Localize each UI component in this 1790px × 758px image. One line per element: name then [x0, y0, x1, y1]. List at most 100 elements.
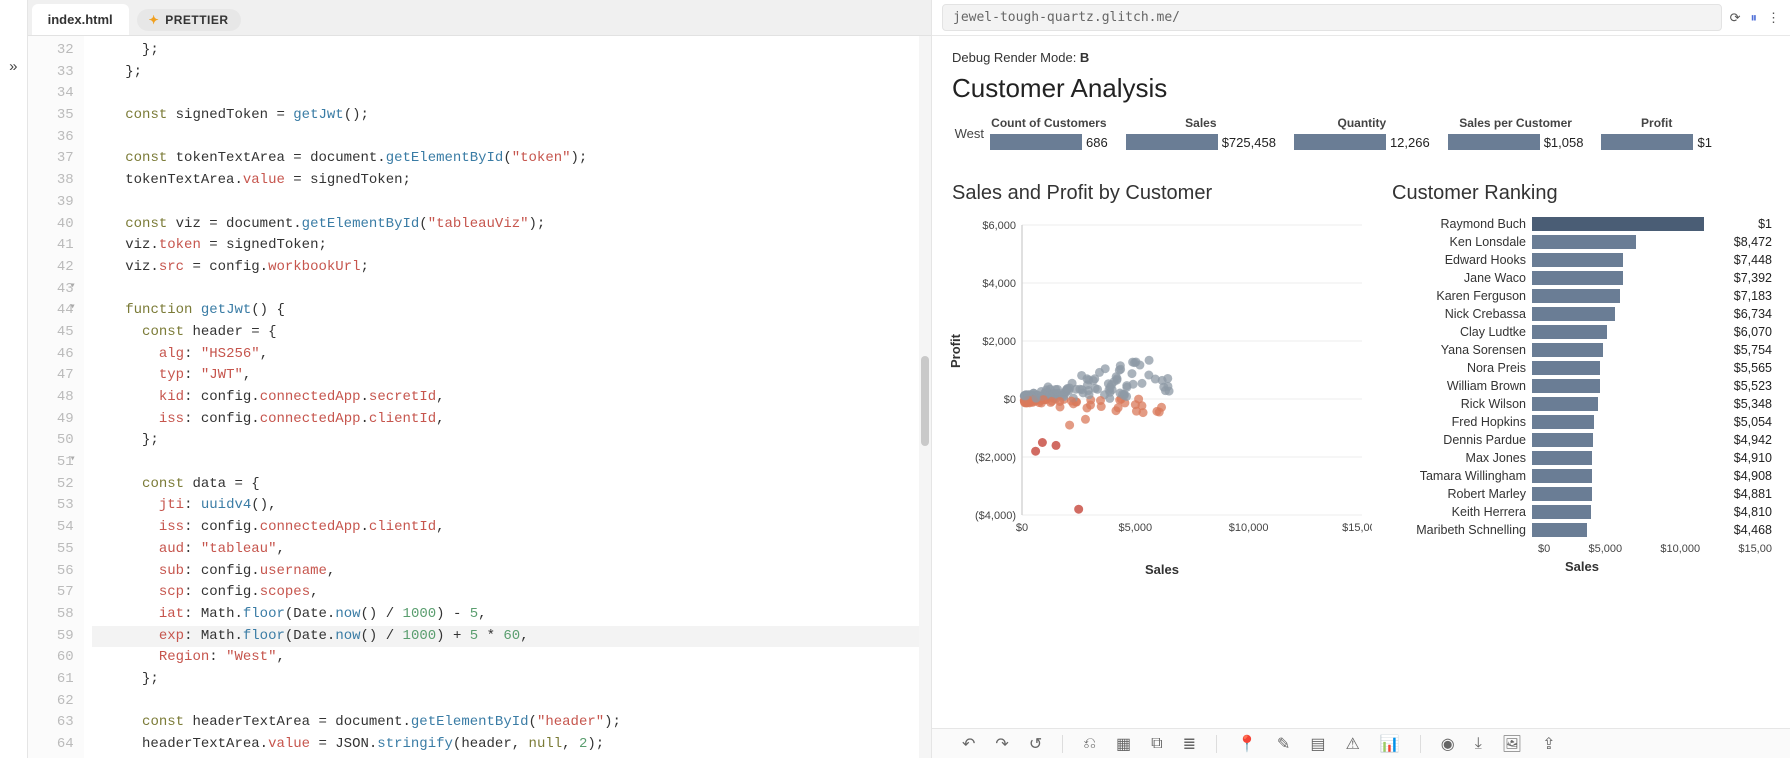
metric-value: $725,458 — [1222, 135, 1276, 150]
ranking-bar — [1532, 343, 1603, 357]
ranking-row[interactable]: Clay Ludtke$6,070 — [1392, 323, 1772, 341]
metric-value: $1 — [1697, 135, 1711, 150]
ranking-row[interactable]: Jane Waco$7,392 — [1392, 269, 1772, 287]
ranking-bar — [1532, 487, 1592, 501]
more-icon[interactable]: ⋮ — [1767, 10, 1780, 26]
ranking-title: Customer Ranking — [1392, 182, 1772, 205]
tab-index-html[interactable]: index.html — [32, 4, 129, 35]
metric-4[interactable]: Profit$1 — [1601, 116, 1711, 150]
ranking-value: $4,810 — [1716, 505, 1772, 519]
metric-2[interactable]: Quantity12,266 — [1294, 116, 1430, 150]
ranking-bar — [1532, 289, 1620, 303]
svg-text:$15,000: $15,000 — [1342, 522, 1372, 534]
ranking-row[interactable]: Yana Sorensen$5,754 — [1392, 341, 1772, 359]
code-editor[interactable]: 3233343536373839404142434445464748495051… — [28, 36, 931, 758]
ranking-name: Keith Herrera — [1392, 505, 1532, 519]
ranking-chart[interactable]: Customer Ranking Raymond Buch $1 Ken Lonsd… — [1392, 182, 1772, 574]
prettier-button[interactable]: ✦ PRETTIER — [137, 9, 241, 31]
ranking-value: $7,392 — [1716, 271, 1772, 285]
ranking-row[interactable]: Fred Hopkins$5,054 — [1392, 413, 1772, 431]
redo-icon[interactable]: ↷ — [995, 734, 1008, 754]
scatter-ylabel: Profit — [948, 334, 963, 368]
ranking-value: $4,468 — [1716, 523, 1772, 537]
ranking-name: Clay Ludtke — [1392, 325, 1532, 339]
dashboard-icon[interactable]: ▦ — [1116, 734, 1131, 754]
reload-icon[interactable]: ⟳ — [1730, 10, 1741, 26]
ranking-row[interactable]: Nora Preis$5,565 — [1392, 359, 1772, 377]
expand-panel-icon[interactable]: » — [9, 58, 17, 75]
ranking-row[interactable]: Maribeth Schnelling$4,468 — [1392, 521, 1772, 539]
ranking-row[interactable]: Rick Wilson $5,348 — [1392, 395, 1772, 413]
metric-0[interactable]: Count of Customers686 — [990, 116, 1108, 150]
metric-icon[interactable]: 📊 — [1380, 734, 1400, 754]
ranking-name: William Brown — [1392, 379, 1532, 393]
revert-icon[interactable]: ↺ — [1029, 734, 1042, 754]
ranking-value: $1 — [1716, 217, 1772, 231]
view-icon[interactable]: ⧉ — [1151, 735, 1162, 753]
metric-1[interactable]: Sales $725,458 — [1126, 116, 1276, 150]
ranking-bar — [1532, 505, 1591, 519]
ranking-bar — [1532, 469, 1592, 483]
url-input[interactable] — [942, 4, 1722, 31]
data-icon[interactable]: ▤ — [1310, 734, 1325, 754]
ranking-bar — [1532, 415, 1594, 429]
svg-text:($4,000): ($4,000) — [975, 510, 1016, 522]
download-icon[interactable]: ⤓ — [1475, 735, 1482, 753]
replay-icon[interactable]: ⎌ — [1083, 735, 1096, 753]
image-icon[interactable]: 🖼 — [1502, 734, 1522, 754]
pin-icon[interactable]: 📍 — [1237, 734, 1257, 754]
pause-icon[interactable]: ⏸ — [1751, 10, 1758, 26]
ranking-value: $6,734 — [1716, 307, 1772, 321]
ranking-row[interactable]: Tamara Willingham$4,908 — [1392, 467, 1772, 485]
ranking-name: Yana Sorensen — [1392, 343, 1532, 357]
watch-icon[interactable]: ◉ — [1441, 734, 1455, 754]
ranking-name: Ken Lonsdale — [1392, 235, 1532, 249]
editor-pane: index.html ✦ PRETTIER 323334353637383940… — [28, 0, 931, 758]
ranking-value: $8,472 — [1716, 235, 1772, 249]
scatter-title: Sales and Profit by Customer — [952, 182, 1382, 205]
undo-icon[interactable]: ↶ — [962, 734, 975, 754]
ranking-name: Raymond Buch — [1392, 217, 1532, 231]
ranking-row[interactable]: Robert Marley$4,881 — [1392, 485, 1772, 503]
ranking-name: Tamara Willingham — [1392, 469, 1532, 483]
metric-3[interactable]: Sales per Customer$1,058 — [1448, 116, 1584, 150]
ranking-value: $7,183 — [1716, 289, 1772, 303]
ranking-row[interactable]: Karen Ferguson$7,183 — [1392, 287, 1772, 305]
ranking-row[interactable]: William Brown $5,523 — [1392, 377, 1772, 395]
metric-header: Sales — [1126, 116, 1276, 130]
ranking-bar — [1532, 523, 1587, 537]
editor-scrollbar[interactable] — [919, 36, 931, 758]
metrics-row: West Count of Customers686Sales$725,458Q… — [952, 116, 1772, 150]
ranking-bar — [1532, 235, 1636, 249]
svg-text:$0: $0 — [1004, 394, 1016, 406]
ranking-name: Rick Wilson — [1392, 397, 1532, 411]
svg-text:$4,000: $4,000 — [982, 278, 1016, 290]
ranking-name: Nick Crebassa — [1392, 307, 1532, 321]
ranking-row[interactable]: Raymond Buch $1 — [1392, 215, 1772, 233]
tab-bar: index.html ✦ PRETTIER — [28, 0, 931, 36]
metric-header: Count of Customers — [990, 116, 1108, 130]
ranking-bar — [1532, 361, 1600, 375]
ranking-name: Fred Hopkins — [1392, 415, 1532, 429]
ranking-row[interactable]: Keith Herrera $4,810 — [1392, 503, 1772, 521]
viz-toolbar: ↶ ↷ ↺ ⎌ ▦ ⧉ ≣ 📍 ✎ ▤ ⚠ 📊 ◉ ⤓ 🖼 ⇪ — [932, 728, 1790, 758]
metric-bar — [1126, 134, 1218, 150]
metrics-icon[interactable]: ≣ — [1183, 734, 1196, 754]
metric-value: $1,058 — [1544, 135, 1584, 150]
ranking-row[interactable]: Max Jones$4,910 — [1392, 449, 1772, 467]
ranking-value: $5,523 — [1716, 379, 1772, 393]
annotate-icon[interactable]: ✎ — [1277, 734, 1290, 754]
preview-body: Debug Render Mode: B Customer Analysis W… — [932, 36, 1790, 758]
ranking-value: $5,348 — [1716, 397, 1772, 411]
ranking-row[interactable]: Dennis Pardue$4,942 — [1392, 431, 1772, 449]
alert-icon[interactable]: ⚠ — [1345, 734, 1359, 754]
ranking-row[interactable]: Nick Crebassa $6,734 — [1392, 305, 1772, 323]
metric-bar — [1448, 134, 1540, 150]
share-icon[interactable]: ⇪ — [1542, 734, 1555, 754]
scatter-chart[interactable]: Sales and Profit by Customer Profit ($4,… — [952, 182, 1382, 574]
ranking-row[interactable]: Edward Hooks$7,448 — [1392, 251, 1772, 269]
metric-header: Quantity — [1294, 116, 1430, 130]
scrollbar-thumb[interactable] — [921, 356, 929, 446]
ranking-value: $5,565 — [1716, 361, 1772, 375]
ranking-row[interactable]: Ken Lonsdale $8,472 — [1392, 233, 1772, 251]
